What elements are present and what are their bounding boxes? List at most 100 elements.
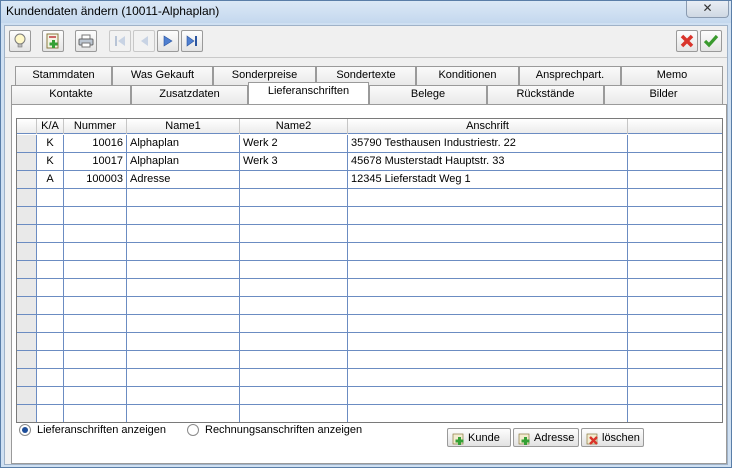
cell-nummer[interactable] [64,333,127,350]
row-indicator[interactable] [17,351,37,368]
cell-name2[interactable] [240,171,348,188]
cell-name2[interactable] [240,315,348,332]
cell-ka[interactable] [37,405,64,422]
tab-memo[interactable]: Memo [621,66,723,85]
cell-ka[interactable] [37,261,64,278]
cell-nummer[interactable] [64,225,127,242]
cell-nummer[interactable] [64,315,127,332]
cell-anschrift[interactable] [348,333,628,350]
new-record-button[interactable] [42,30,64,52]
cell-name1[interactable] [127,297,240,314]
cell-name1[interactable] [127,333,240,350]
cell-anschrift[interactable] [348,225,628,242]
cell-anschrift[interactable] [348,369,628,386]
cell-name1[interactable] [127,225,240,242]
cell-anschrift[interactable] [348,189,628,206]
cell-extra[interactable] [628,261,722,278]
cell-extra[interactable] [628,189,722,206]
cell-extra[interactable] [628,135,722,152]
cell-name1[interactable] [127,405,240,422]
cell-nummer[interactable] [64,243,127,260]
empty-table-row[interactable] [17,387,722,405]
cell-extra[interactable] [628,153,722,170]
cell-ka[interactable] [37,243,64,260]
cell-anschrift[interactable] [348,279,628,296]
add-kunde-button[interactable]: Kunde [447,428,511,447]
empty-table-row[interactable] [17,405,722,422]
cell-nummer[interactable] [64,369,127,386]
row-indicator[interactable] [17,333,37,350]
cell-ka[interactable] [37,207,64,224]
tab-konditionen[interactable]: Konditionen [416,66,519,85]
row-indicator[interactable] [17,171,37,188]
column-header-extra[interactable] [628,119,722,134]
row-indicator[interactable] [17,243,37,260]
row-indicator[interactable] [17,315,37,332]
row-indicator[interactable] [17,135,37,152]
cell-name1[interactable] [127,189,240,206]
table-row[interactable]: A 100003 Adresse 12345 Lieferstadt Weg 1 [17,171,722,189]
cell-anschrift[interactable]: 35790 Testhausen Industriestr. 22 [348,135,628,152]
column-header-ka[interactable]: K/A [37,119,64,134]
tab-ansprechpartner[interactable]: Ansprechpart. [519,66,621,85]
tab-zusatzdaten[interactable]: Zusatzdaten [131,85,248,104]
cell-anschrift[interactable] [348,387,628,404]
cell-name2[interactable]: Werk 2 [240,135,348,152]
cell-extra[interactable] [628,207,722,224]
cell-name1[interactable] [127,279,240,296]
cell-name2[interactable] [240,225,348,242]
table-row[interactable]: K 10017 Alphaplan Werk 3 45678 Musterstadt H… [17,153,722,171]
cell-extra[interactable] [628,171,722,188]
cell-name2[interactable] [240,387,348,404]
cell-nummer[interactable] [64,279,127,296]
delete-button[interactable]: löschen [581,428,644,447]
cell-extra[interactable] [628,351,722,368]
cell-extra[interactable] [628,243,722,260]
cell-extra[interactable] [628,405,722,422]
cell-name2[interactable] [240,369,348,386]
cell-nummer[interactable] [64,405,127,422]
cell-name2[interactable] [240,261,348,278]
cell-ka[interactable] [37,189,64,206]
cell-anschrift[interactable]: 45678 Musterstadt Hauptstr. 33 [348,153,628,170]
cell-extra[interactable] [628,297,722,314]
cell-anschrift[interactable] [348,405,628,422]
empty-table-row[interactable] [17,351,722,369]
cell-name1[interactable]: Alphaplan [127,153,240,170]
cell-ka[interactable] [37,351,64,368]
cell-nummer[interactable] [64,351,127,368]
cell-name2[interactable] [240,333,348,350]
tab-was-gekauft[interactable]: Was Gekauft [112,66,213,85]
cell-name2[interactable] [240,243,348,260]
cell-extra[interactable] [628,225,722,242]
cell-nummer[interactable]: 10017 [64,153,127,170]
cell-name2[interactable] [240,297,348,314]
tab-stammdaten[interactable]: Stammdaten [15,66,112,85]
cell-nummer[interactable] [64,261,127,278]
cell-extra[interactable] [628,387,722,404]
first-record-button[interactable] [109,30,131,52]
radio-rechnungsanschriften[interactable]: Rechnungsanschriften anzeigen [187,424,362,436]
tab-rueckstaende[interactable]: Rückstände [487,85,604,104]
cell-nummer[interactable]: 100003 [64,171,127,188]
row-indicator[interactable] [17,405,37,422]
cell-ka[interactable]: A [37,171,64,188]
last-record-button[interactable] [181,30,203,52]
cancel-button[interactable] [676,30,698,52]
cell-name1[interactable] [127,369,240,386]
cell-name2[interactable] [240,189,348,206]
cell-nummer[interactable] [64,207,127,224]
cell-nummer[interactable] [64,297,127,314]
cell-anschrift[interactable]: 12345 Lieferstadt Weg 1 [348,171,628,188]
cell-name2[interactable] [240,279,348,296]
row-indicator[interactable] [17,297,37,314]
cell-anschrift[interactable] [348,243,628,260]
row-indicator[interactable] [17,369,37,386]
cell-name1[interactable] [127,387,240,404]
cell-ka[interactable] [37,297,64,314]
tab-lieferanschriften[interactable]: Lieferanschriften [248,82,369,104]
tab-belege[interactable]: Belege [369,85,487,104]
cell-anschrift[interactable] [348,315,628,332]
cell-name2[interactable] [240,405,348,422]
print-button[interactable] [75,30,97,52]
